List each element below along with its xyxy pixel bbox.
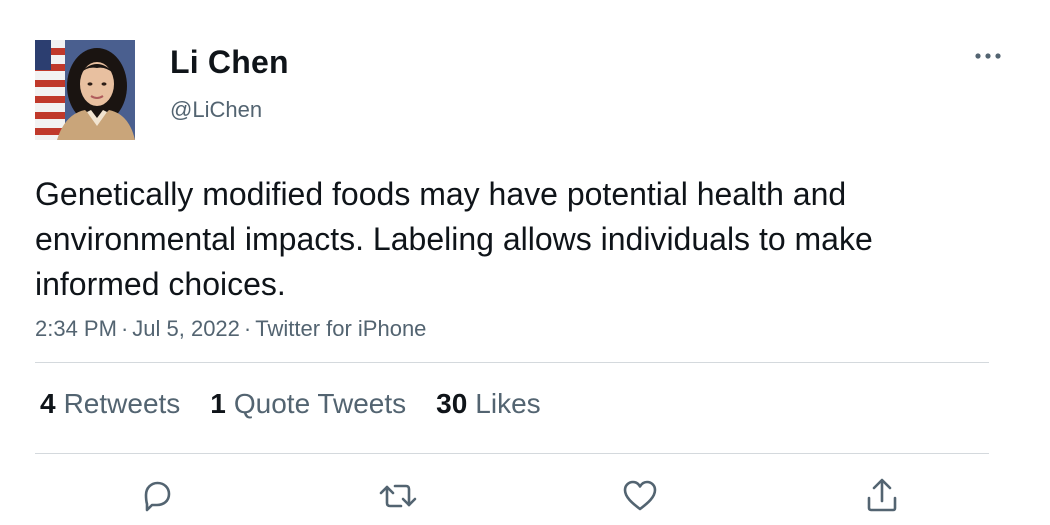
divider	[35, 453, 989, 454]
tweet-time[interactable]: 2:34 PM	[35, 316, 117, 341]
retweets-stat[interactable]: 4 Retweets	[40, 388, 180, 420]
likes-stat[interactable]: 30 Likes	[436, 388, 541, 420]
like-button[interactable]	[618, 474, 662, 518]
tweet-metadata: 2:34 PM · Jul 5, 2022 · Twitter for iPhone	[35, 316, 426, 342]
profile-photo-icon	[35, 40, 135, 140]
retweet-icon	[379, 484, 417, 508]
more-options-button[interactable]	[968, 42, 1008, 70]
heart-icon	[623, 480, 657, 511]
reply-button[interactable]	[134, 474, 178, 518]
retweet-button[interactable]	[376, 474, 420, 518]
meta-separator: ·	[120, 316, 129, 341]
meta-separator: ·	[243, 316, 252, 341]
more-icon	[975, 53, 1001, 59]
quote-tweets-stat[interactable]: 1 Quote Tweets	[210, 388, 406, 420]
share-icon	[867, 478, 897, 512]
share-button[interactable]	[860, 474, 904, 518]
engagement-stats: 4 Retweets 1 Quote Tweets 30 Likes	[40, 388, 571, 420]
quote-tweets-count: 1	[210, 388, 226, 419]
likes-label: Likes	[475, 388, 541, 419]
retweets-label: Retweets	[63, 388, 181, 419]
display-name[interactable]: Li Chen	[170, 44, 289, 81]
likes-count: 30	[436, 388, 468, 419]
tweet-card: Li Chen @LiChen Genetically modified foo…	[0, 0, 1050, 525]
tweet-text: Genetically modified foods may have pote…	[35, 176, 873, 302]
tweet-date[interactable]: Jul 5, 2022	[132, 316, 240, 341]
divider	[35, 362, 989, 363]
avatar[interactable]	[35, 40, 135, 140]
tweet-source[interactable]: Twitter for iPhone	[255, 316, 426, 341]
quote-tweets-label: Quote Tweets	[233, 388, 407, 419]
user-handle[interactable]: @LiChen	[170, 97, 262, 123]
retweets-count: 4	[40, 388, 56, 419]
reply-icon	[144, 481, 171, 512]
